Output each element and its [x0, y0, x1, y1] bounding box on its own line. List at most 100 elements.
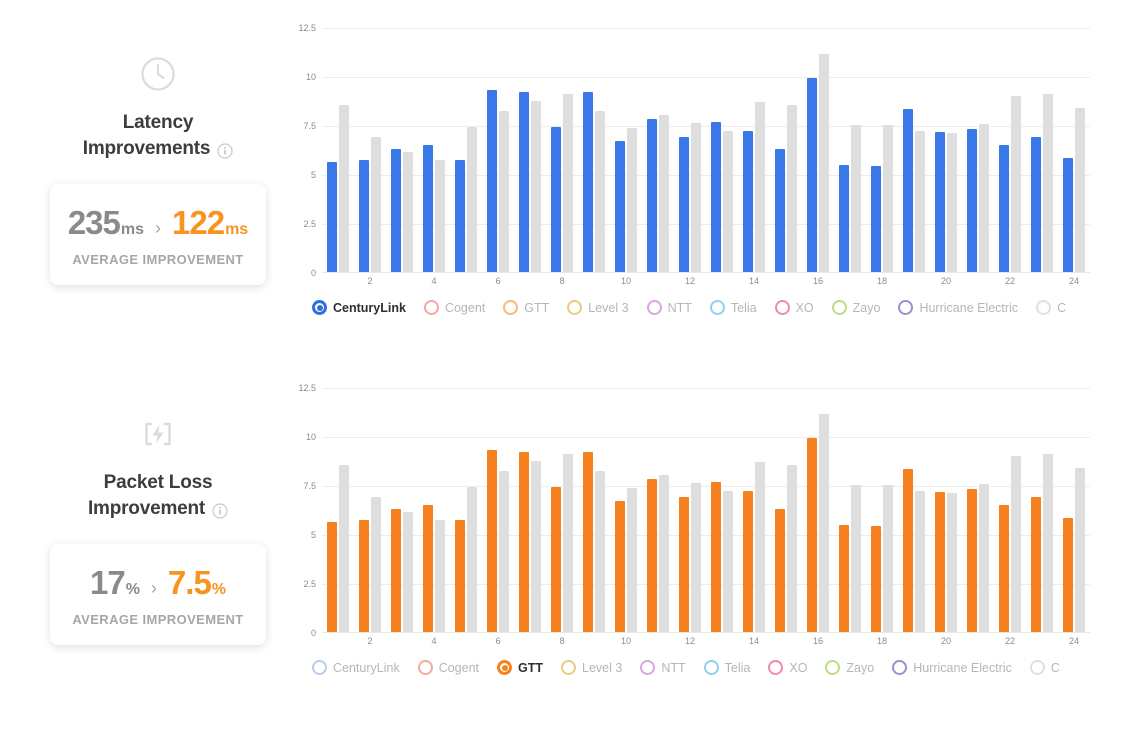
bar-baseline[interactable]: [787, 465, 797, 632]
legend-item-ntt[interactable]: NTT: [640, 660, 685, 675]
bar-baseline[interactable]: [883, 125, 893, 272]
bar-primary[interactable]: [615, 141, 625, 272]
bar-primary[interactable]: [967, 129, 977, 272]
bar-baseline[interactable]: [1075, 108, 1085, 272]
bar-baseline[interactable]: [499, 111, 509, 272]
bar-baseline[interactable]: [1043, 454, 1053, 632]
bar-baseline[interactable]: [915, 491, 925, 632]
legend-radio-icon[interactable]: [312, 660, 327, 675]
bar-baseline[interactable]: [691, 123, 701, 272]
bar-baseline[interactable]: [1075, 468, 1085, 632]
bar-baseline[interactable]: [659, 115, 669, 272]
bar-primary[interactable]: [807, 78, 817, 272]
bar-baseline[interactable]: [403, 152, 413, 272]
info-icon[interactable]: [217, 141, 233, 157]
bar-primary[interactable]: [327, 162, 337, 272]
bar-primary[interactable]: [839, 165, 849, 272]
bar-baseline[interactable]: [531, 101, 541, 272]
bar-baseline[interactable]: [691, 483, 701, 632]
bar-primary[interactable]: [775, 509, 785, 632]
legend-radio-icon[interactable]: [892, 660, 907, 675]
bar-primary[interactable]: [359, 520, 369, 632]
legend-item-zayo[interactable]: Zayo: [832, 300, 881, 315]
bar-primary[interactable]: [487, 90, 497, 272]
legend-item-telia[interactable]: Telia: [704, 660, 751, 675]
bar-baseline[interactable]: [659, 475, 669, 632]
bar-baseline[interactable]: [947, 493, 957, 632]
legend-radio-icon[interactable]: [567, 300, 582, 315]
legend-radio-icon[interactable]: [418, 660, 433, 675]
bar-primary[interactable]: [999, 505, 1009, 632]
legend-radio-icon[interactable]: [775, 300, 790, 315]
legend-radio-icon[interactable]: [704, 660, 719, 675]
bar-baseline[interactable]: [947, 133, 957, 272]
legend-radio-icon[interactable]: [898, 300, 913, 315]
bar-baseline[interactable]: [1011, 96, 1021, 272]
bar-baseline[interactable]: [851, 485, 861, 632]
bar-baseline[interactable]: [627, 128, 637, 272]
legend-item-zayo[interactable]: Zayo: [825, 660, 874, 675]
legend-radio-icon[interactable]: [1036, 300, 1051, 315]
legend-item-c[interactable]: C: [1036, 300, 1066, 315]
legend-radio-icon[interactable]: [1030, 660, 1045, 675]
bar-baseline[interactable]: [979, 484, 989, 632]
bar-baseline[interactable]: [627, 488, 637, 632]
bar-primary[interactable]: [647, 479, 657, 632]
bar-primary[interactable]: [775, 149, 785, 272]
legend-radio-icon[interactable]: [825, 660, 840, 675]
bar-primary[interactable]: [871, 166, 881, 272]
bar-primary[interactable]: [391, 509, 401, 632]
bar-primary[interactable]: [583, 92, 593, 272]
legend-radio-icon[interactable]: [640, 660, 655, 675]
bar-primary[interactable]: [871, 526, 881, 632]
legend-radio-icon[interactable]: [768, 660, 783, 675]
bar-primary[interactable]: [743, 131, 753, 272]
bar-baseline[interactable]: [595, 111, 605, 272]
legend-item-level-3[interactable]: Level 3: [561, 660, 622, 675]
bar-primary[interactable]: [903, 469, 913, 632]
bar-primary[interactable]: [807, 438, 817, 632]
bar-primary[interactable]: [679, 137, 689, 272]
legend-item-telia[interactable]: Telia: [710, 300, 757, 315]
bar-baseline[interactable]: [755, 102, 765, 272]
bar-primary[interactable]: [1063, 158, 1073, 272]
legend-item-level-3[interactable]: Level 3: [567, 300, 628, 315]
bar-primary[interactable]: [359, 160, 369, 272]
legend-radio-icon[interactable]: [832, 300, 847, 315]
bar-baseline[interactable]: [339, 105, 349, 272]
bar-primary[interactable]: [967, 489, 977, 632]
bar-baseline[interactable]: [851, 125, 861, 272]
bar-baseline[interactable]: [819, 414, 829, 632]
bar-primary[interactable]: [711, 482, 721, 632]
bar-baseline[interactable]: [883, 485, 893, 632]
bar-primary[interactable]: [327, 522, 337, 632]
legend-radio-icon[interactable]: [312, 300, 327, 315]
bar-baseline[interactable]: [435, 160, 445, 272]
bar-baseline[interactable]: [339, 465, 349, 632]
bar-baseline[interactable]: [531, 461, 541, 632]
legend-item-cogent[interactable]: Cogent: [424, 300, 485, 315]
bar-baseline[interactable]: [403, 512, 413, 632]
bar-primary[interactable]: [519, 452, 529, 632]
legend-radio-icon[interactable]: [561, 660, 576, 675]
legend-item-hurricane-electric[interactable]: Hurricane Electric: [892, 660, 1012, 675]
bar-baseline[interactable]: [563, 454, 573, 632]
bar-primary[interactable]: [391, 149, 401, 272]
bar-baseline[interactable]: [563, 94, 573, 272]
bar-baseline[interactable]: [979, 124, 989, 272]
legend-item-gtt[interactable]: GTT: [497, 660, 543, 675]
bar-primary[interactable]: [551, 487, 561, 632]
bar-baseline[interactable]: [723, 491, 733, 632]
legend-radio-icon[interactable]: [647, 300, 662, 315]
bar-primary[interactable]: [423, 505, 433, 632]
bar-baseline[interactable]: [723, 131, 733, 272]
bar-baseline[interactable]: [371, 137, 381, 272]
bar-primary[interactable]: [455, 520, 465, 632]
legend-radio-icon[interactable]: [424, 300, 439, 315]
legend-item-centurylink[interactable]: CenturyLink: [312, 300, 406, 315]
legend-radio-icon[interactable]: [503, 300, 518, 315]
bar-primary[interactable]: [839, 525, 849, 632]
bar-baseline[interactable]: [371, 497, 381, 632]
bar-baseline[interactable]: [1011, 456, 1021, 632]
bar-baseline[interactable]: [915, 131, 925, 272]
